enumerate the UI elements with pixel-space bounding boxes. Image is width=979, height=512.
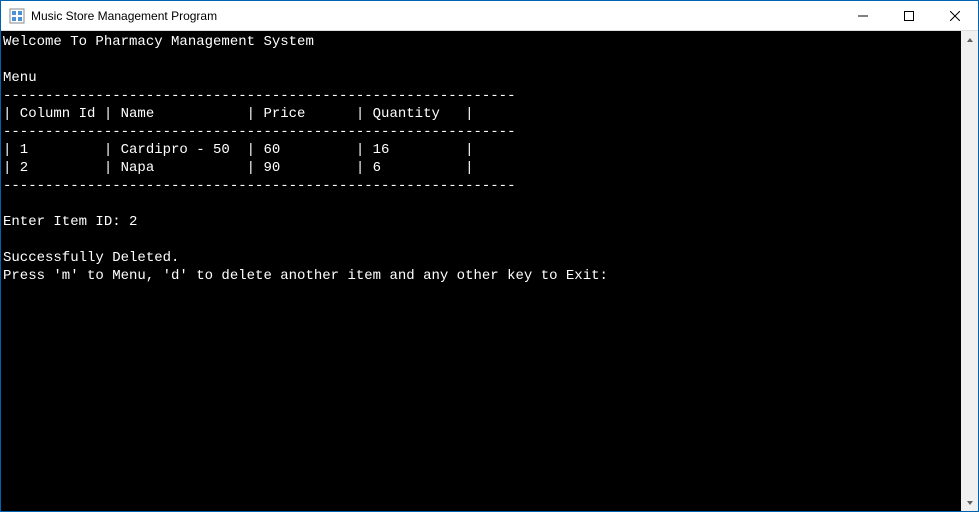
titlebar: Music Store Management Program (1, 1, 978, 31)
window-title: Music Store Management Program (31, 9, 840, 23)
table-separator: ----------------------------------------… (3, 88, 515, 104)
content-area: Welcome To Pharmacy Management System Me… (1, 31, 978, 511)
table-separator: ----------------------------------------… (3, 178, 515, 194)
table-row: | 2 | Napa | 90 | 6 | (3, 160, 473, 176)
close-button[interactable] (932, 1, 978, 30)
success-message: Successfully Deleted. (3, 250, 179, 266)
scroll-down-button[interactable] (961, 494, 978, 511)
entered-id-value: 2 (129, 214, 137, 230)
vertical-scrollbar[interactable] (961, 31, 978, 511)
app-window: Music Store Management Program Welcome T… (0, 0, 979, 512)
instructions-prompt: Press 'm' to Menu, 'd' to delete another… (3, 268, 616, 284)
window-controls (840, 1, 978, 30)
table-header: | Column Id | Name | Price | Quantity | (3, 106, 473, 122)
table-separator: ----------------------------------------… (3, 124, 515, 140)
enter-id-prompt: Enter Item ID: (3, 214, 129, 230)
welcome-text: Welcome To Pharmacy Management System (3, 34, 314, 50)
menu-label: Menu (3, 70, 37, 86)
minimize-button[interactable] (840, 1, 886, 30)
table-row: | 1 | Cardipro - 50 | 60 | 16 | (3, 142, 473, 158)
console-output[interactable]: Welcome To Pharmacy Management System Me… (1, 31, 961, 511)
app-icon (9, 8, 25, 24)
maximize-button[interactable] (886, 1, 932, 30)
scroll-up-button[interactable] (961, 31, 978, 48)
scroll-track[interactable] (961, 48, 978, 494)
